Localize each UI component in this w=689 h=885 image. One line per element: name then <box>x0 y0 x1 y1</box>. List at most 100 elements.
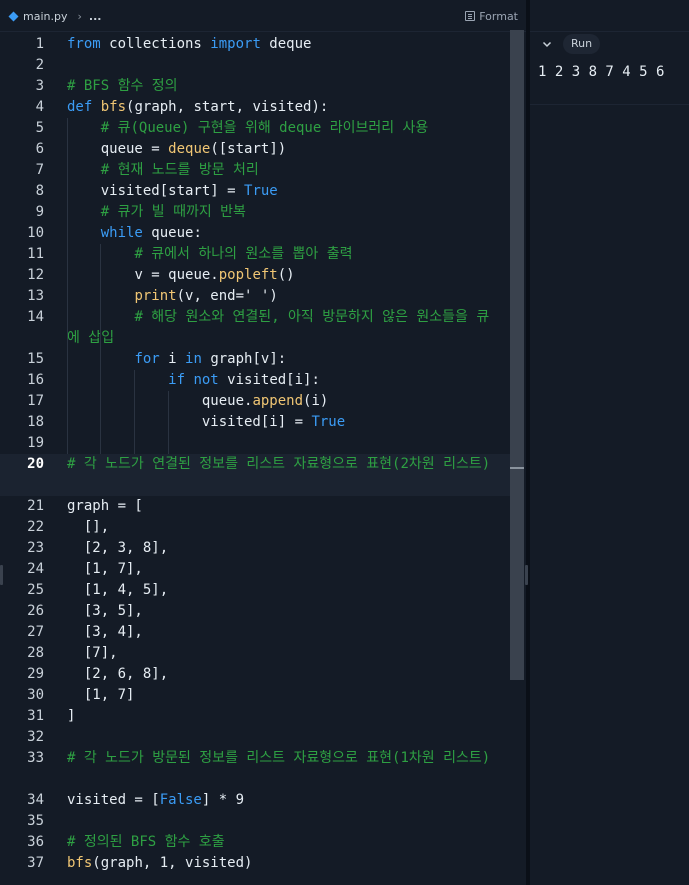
format-icon <box>465 11 476 21</box>
code-line[interactable]: 10 while queue: <box>0 223 510 244</box>
code-token: [], <box>67 519 110 535</box>
code-line[interactable]: 9 # 큐가 빌 때까지 반복 <box>0 202 510 223</box>
line-number: 32 <box>27 729 44 745</box>
code-line[interactable]: 15 for i in graph[v]: <box>0 349 510 370</box>
code-token: v = queue. <box>134 267 219 283</box>
indent-guide <box>134 370 135 454</box>
code-token: ) <box>269 288 278 304</box>
breadcrumb-more[interactable]: ... <box>89 10 102 23</box>
code-token: [3, 5], <box>67 603 143 619</box>
line-number: 6 <box>35 141 44 157</box>
line-number: 33 <box>27 750 44 766</box>
code-line[interactable]: 19 <box>0 433 510 454</box>
code-line[interactable]: 35 <box>0 811 510 832</box>
code-token: ] * 9 <box>201 792 245 808</box>
code-line[interactable]: 3 # BFS 함수 정의 <box>0 76 510 97</box>
code-text: while queue: <box>67 223 496 244</box>
pane-divider-grip[interactable] <box>525 565 528 585</box>
line-number: 30 <box>27 687 44 703</box>
code-text: [7], <box>67 643 496 664</box>
code-editor-pane[interactable]: main.py › ... Format 1 from collections i… <box>0 0 526 885</box>
code-line[interactable]: 28 [7], <box>0 643 510 664</box>
code-text: # 해당 원소와 연결된, 아직 방문하지 않은 원소들을 큐에 삽입 <box>67 307 496 349</box>
code-line[interactable]: 12 v = queue.popleft() <box>0 265 510 286</box>
code-text: for i in graph[v]: <box>67 349 496 370</box>
line-number: 8 <box>35 183 44 199</box>
code-token: (v, end= <box>176 288 245 304</box>
code-line[interactable]: 23 [2, 3, 8], <box>0 538 510 559</box>
line-number: 7 <box>35 162 44 178</box>
code-token: graph = [ <box>67 498 143 514</box>
code-line[interactable]: 4 def bfs(graph, start, visited): <box>0 97 510 118</box>
editor-scrollbar-thumb[interactable] <box>510 30 524 680</box>
code-token: for <box>134 351 160 367</box>
code-line[interactable]: 29 [2, 6, 8], <box>0 664 510 685</box>
code-line[interactable]: 33 # 각 노드가 방문된 정보를 리스트 자료형으로 표현(1차원 리스트) <box>0 748 510 790</box>
chevron-down-icon[interactable] <box>541 38 553 50</box>
code-line[interactable]: 34 visited = [False] * 9 <box>0 790 510 811</box>
code-line[interactable]: 36 # 정의된 BFS 함수 호출 <box>0 832 510 853</box>
code-token: [1, 7], <box>67 561 143 577</box>
code-token: popleft <box>218 267 278 283</box>
code-line[interactable]: 17 queue.append(i) <box>0 391 510 412</box>
format-button[interactable]: Format <box>465 8 518 24</box>
code-text: # 각 노드가 연결된 정보를 리스트 자료형으로 표현(2차원 리스트) <box>67 454 496 475</box>
code-line[interactable]: 25 [1, 4, 5], <box>0 580 510 601</box>
code-line[interactable]: 22 [], <box>0 517 510 538</box>
editor-scrollbar[interactable] <box>510 30 524 885</box>
console-output: 1 2 3 8 7 4 5 6 <box>538 64 665 80</box>
code-line[interactable]: 27 [3, 4], <box>0 622 510 643</box>
code-line[interactable]: 6 queue = deque([start]) <box>0 139 510 160</box>
code-line[interactable]: 30 [1, 7] <box>0 685 510 706</box>
code-token: [3, 4], <box>67 624 143 640</box>
code-token: bfs <box>67 855 93 871</box>
line-number: 26 <box>27 603 44 619</box>
line-number: 16 <box>27 372 44 388</box>
line-number: 37 <box>27 855 44 871</box>
code-token: not <box>193 372 219 388</box>
code-line[interactable]: 18 visited[i] = True <box>0 412 510 433</box>
code-token: # 큐가 빌 때까지 반복 <box>100 204 246 220</box>
left-resize-grip[interactable] <box>0 565 3 585</box>
code-line[interactable]: 32 <box>0 727 510 748</box>
code-line[interactable]: 20 # 각 노드가 연결된 정보를 리스트 자료형으로 표현(2차원 리스트) <box>0 454 510 496</box>
run-button[interactable]: Run <box>563 34 600 54</box>
code-line[interactable]: 14 # 해당 원소와 연결된, 아직 방문하지 않은 원소들을 큐에 삽입 <box>0 307 510 349</box>
line-number: 20 <box>27 456 44 472</box>
code-line[interactable]: 7 # 현재 노드를 방문 처리 <box>0 160 510 181</box>
code-text: # 큐가 빌 때까지 반복 <box>67 202 496 223</box>
code-token: [2, 3, 8], <box>67 540 169 556</box>
code-area[interactable]: 1 from collections import deque 2 3 # BFS 함수… <box>0 34 510 874</box>
code-line[interactable]: 37 bfs(graph, 1, visited) <box>0 853 510 874</box>
code-text: if not visited[i]: <box>67 370 496 391</box>
indent-guide <box>168 391 169 454</box>
code-text: # 큐에서 하나의 원소를 뽑아 출력 <box>67 244 496 265</box>
code-line[interactable]: 21 graph = [ <box>0 496 510 517</box>
code-line[interactable]: 24 [1, 7], <box>0 559 510 580</box>
code-line[interactable]: 16 if not visited[i]: <box>0 370 510 391</box>
code-line[interactable]: 13 print(v, end=' ') <box>0 286 510 307</box>
code-token: [1, 4, 5], <box>67 582 169 598</box>
code-token: True <box>244 183 278 199</box>
line-number: 29 <box>27 666 44 682</box>
code-line[interactable]: 1 from collections import deque <box>0 34 510 55</box>
code-token: in <box>185 351 202 367</box>
line-number: 31 <box>27 708 44 724</box>
code-text: visited[i] = True <box>67 412 496 433</box>
code-line[interactable]: 5 # 큐(Queue) 구현을 위해 deque 라이브러리 사용 <box>0 118 510 139</box>
indent-guide <box>100 244 101 454</box>
code-text: # 각 노드가 방문된 정보를 리스트 자료형으로 표현(1차원 리스트) <box>67 748 496 769</box>
code-line[interactable]: 8 visited[start] = True <box>0 181 510 202</box>
code-line[interactable]: 11 # 큐에서 하나의 원소를 뽑아 출력 <box>0 244 510 265</box>
file-tab[interactable]: main.py › ... <box>8 8 101 24</box>
code-line[interactable]: 26 [3, 5], <box>0 601 510 622</box>
code-token: from <box>67 36 101 52</box>
code-line[interactable]: 31] <box>0 706 510 727</box>
code-text: def bfs(graph, start, visited): <box>67 97 496 118</box>
file-tab-label: main.py <box>23 9 68 23</box>
code-line[interactable]: 2 <box>0 55 510 76</box>
code-token: # 큐(Queue) 구현을 위해 deque 라이브러리 사용 <box>100 120 429 136</box>
